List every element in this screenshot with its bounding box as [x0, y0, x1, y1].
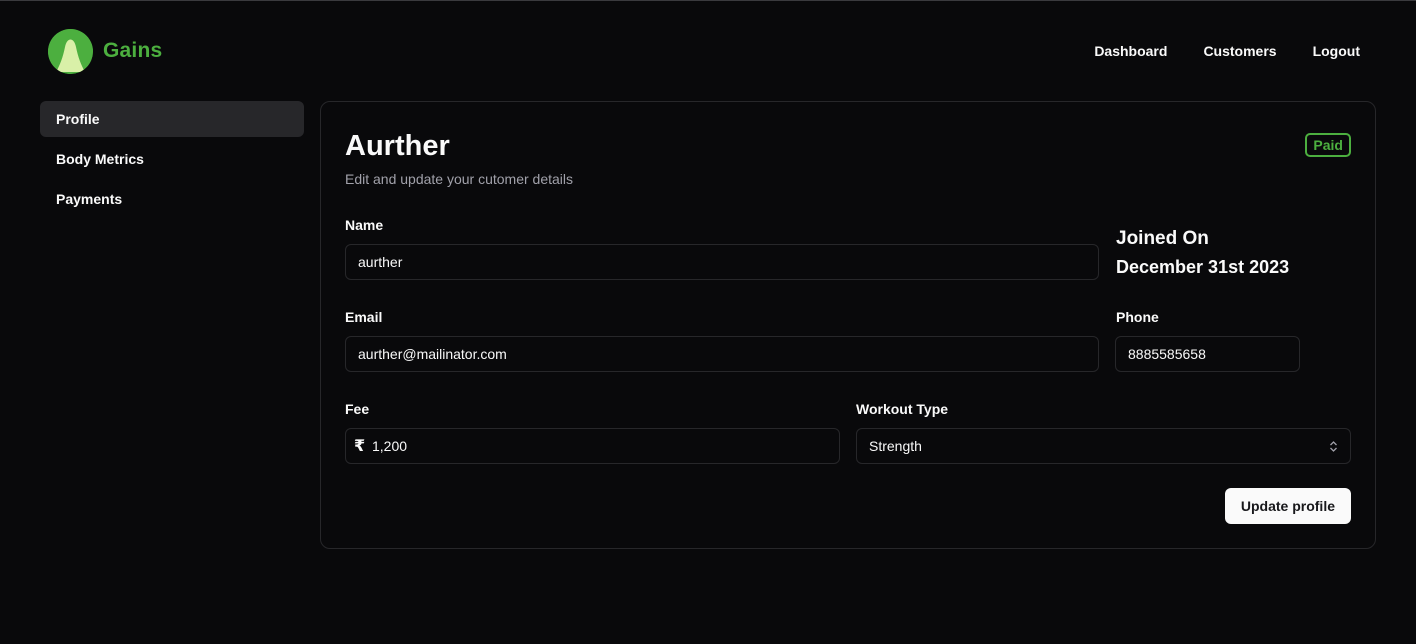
top-nav: Dashboard Customers Logout: [1094, 43, 1360, 59]
workout-type-value: Strength: [869, 438, 922, 454]
fee-field[interactable]: ₹ 1,200: [345, 428, 840, 464]
phone-field[interactable]: [1115, 336, 1300, 372]
workout-type-select[interactable]: Strength: [856, 428, 1351, 464]
sidebar-item-profile[interactable]: Profile: [40, 101, 304, 137]
name-label: Name: [345, 217, 384, 233]
phone-label: Phone: [1116, 309, 1159, 325]
email-field[interactable]: [345, 336, 1099, 372]
joined-on-date: December 31st 2023: [1116, 257, 1290, 277]
joined-on-label: Joined On: [1116, 228, 1209, 249]
fee-label: Fee: [345, 401, 370, 417]
email-label: Email: [345, 309, 383, 325]
customer-name-title: Aurther: [345, 130, 450, 162]
rupee-icon: ₹: [354, 438, 366, 455]
brand-name[interactable]: Gains: [103, 39, 162, 63]
sidebar-item-body-metrics[interactable]: Body Metrics: [40, 141, 304, 177]
fee-value: 1,200: [372, 438, 408, 454]
profile-card: Aurther Edit and update your cutomer det…: [320, 101, 1376, 549]
nav-logout-link[interactable]: Logout: [1313, 43, 1360, 59]
page-subtitle: Edit and update your cutomer details: [345, 171, 574, 187]
nav-customers-link[interactable]: Customers: [1203, 43, 1276, 59]
workout-type-label: Workout Type: [856, 401, 949, 417]
sidebar-item-payments[interactable]: Payments: [40, 181, 304, 217]
status-badge: Paid: [1305, 133, 1351, 157]
name-field[interactable]: [345, 244, 1099, 280]
sidebar: Profile Body Metrics Payments: [40, 101, 304, 221]
top-border: [0, 0, 1416, 1]
update-profile-button[interactable]: Update profile: [1224, 488, 1351, 524]
gains-logo-icon[interactable]: [48, 29, 93, 74]
chevron-up-down-icon: [1329, 440, 1338, 453]
nav-dashboard-link[interactable]: Dashboard: [1094, 43, 1167, 59]
